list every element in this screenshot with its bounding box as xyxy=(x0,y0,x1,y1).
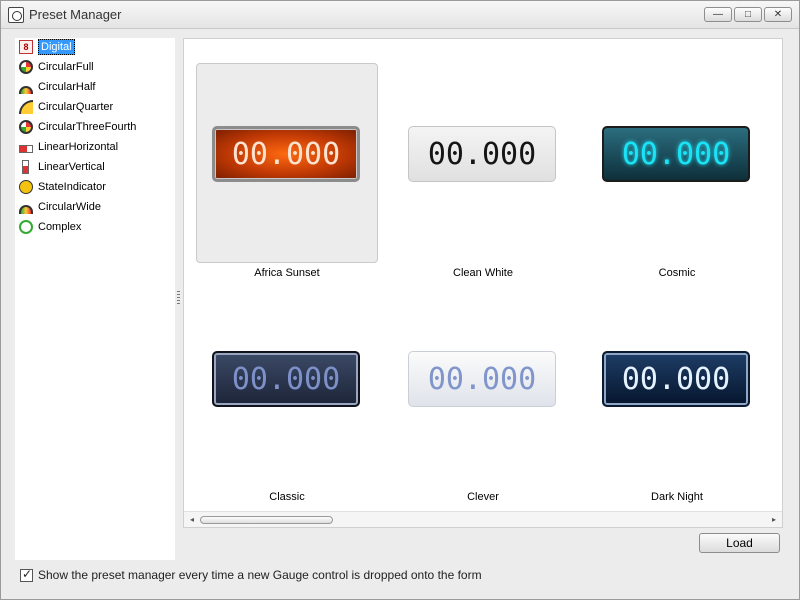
tree-item-circular-half[interactable]: CircularHalf xyxy=(19,78,95,96)
digital-gauge-preview: 00.000 xyxy=(602,126,750,182)
preset-tile-dark-night[interactable]: 00.000 Dark Night xyxy=(586,288,768,503)
tree-item-label: StateIndicator xyxy=(38,181,106,193)
tree-item-label: Digital xyxy=(38,39,75,55)
preset-tile-africa-sunset[interactable]: 00.000 Africa Sunset xyxy=(196,63,378,279)
gauge-category-tree: 8 Digital CircularFull CircularHalf Circ… xyxy=(15,38,175,560)
tree-item-circular-quarter[interactable]: CircularQuarter xyxy=(19,98,113,116)
tree-item-state-indicator[interactable]: StateIndicator xyxy=(19,178,106,196)
maximize-button[interactable]: □ xyxy=(734,7,762,22)
linear-horizontal-gauge-icon xyxy=(19,144,33,153)
preset-tile-cosmic[interactable]: 00.000 Cosmic xyxy=(586,63,768,279)
digital-gauge-icon: 8 xyxy=(19,40,33,54)
preset-label: Africa Sunset xyxy=(254,267,320,279)
preset-tile-clean-white[interactable]: 00.000 Clean White xyxy=(392,63,574,279)
linear-vertical-gauge-icon xyxy=(22,160,29,174)
circular-half-gauge-icon xyxy=(19,86,33,94)
show-preset-manager-checkbox[interactable] xyxy=(20,567,33,582)
digital-gauge-preview: 00.000 xyxy=(212,126,360,182)
circular-wide-gauge-icon xyxy=(19,205,33,214)
scroll-thumb[interactable] xyxy=(200,516,333,524)
preset-label: Clever xyxy=(467,491,499,503)
tree-item-complex[interactable]: Complex xyxy=(19,218,81,236)
title-bar[interactable]: Preset Manager — □ ✕ xyxy=(1,1,799,29)
tree-item-label: Complex xyxy=(38,221,82,233)
tree-item-label: CircularFull xyxy=(38,61,94,73)
digital-gauge-preview: 00.000 xyxy=(408,126,556,182)
tree-item-label: LinearHorizontal xyxy=(38,141,119,153)
preset-manager-window: Preset Manager — □ ✕ 8 Digital CircularF… xyxy=(0,0,800,600)
tree-item-circular-full[interactable]: CircularFull xyxy=(19,58,94,76)
preset-gallery: 00.000 Africa Sunset 00.000 Clean White … xyxy=(183,38,783,528)
window-title: Preset Manager xyxy=(29,7,122,22)
tree-item-circular-wide[interactable]: CircularWide xyxy=(19,198,101,216)
digital-gauge-preview: 00.000 xyxy=(408,351,556,407)
scroll-left-icon[interactable]: ◂ xyxy=(187,514,197,526)
preset-tile-clever[interactable]: 00.000 Clever xyxy=(392,288,574,503)
circular-full-gauge-icon xyxy=(19,60,33,74)
scroll-right-icon[interactable]: ▸ xyxy=(769,514,779,526)
show-preset-manager-label[interactable]: Show the preset manager every time a new… xyxy=(38,568,482,582)
tree-item-digital[interactable]: 8 Digital xyxy=(19,38,75,56)
horizontal-scrollbar[interactable]: ◂ ▸ xyxy=(184,511,782,527)
splitter-handle[interactable] xyxy=(177,291,180,305)
tree-item-label: CircularThreeFourth xyxy=(38,121,137,133)
tree-item-linear-horizontal[interactable]: LinearHorizontal xyxy=(19,138,118,156)
preset-label: Dark Night xyxy=(651,491,703,503)
tree-item-linear-vertical[interactable]: LinearVertical xyxy=(19,158,105,176)
close-button[interactable]: ✕ xyxy=(764,7,792,22)
preset-tile-classic[interactable]: 00.000 Classic xyxy=(196,288,378,503)
preset-label: Clean White xyxy=(453,267,513,279)
footer-option: Show the preset manager every time a new… xyxy=(15,563,795,587)
circular-three-fourth-gauge-icon xyxy=(19,120,33,134)
digital-gauge-preview: 00.000 xyxy=(602,351,750,407)
preset-label: Cosmic xyxy=(658,267,696,279)
tree-item-label: CircularHalf xyxy=(38,81,96,93)
app-icon xyxy=(8,7,24,23)
load-button[interactable]: Load xyxy=(699,533,780,553)
preset-label: Classic xyxy=(269,491,305,503)
tree-item-label: CircularWide xyxy=(38,201,101,213)
tree-item-label: CircularQuarter xyxy=(38,101,114,113)
tree-item-label: LinearVertical xyxy=(38,161,105,173)
digital-gauge-preview: 00.000 xyxy=(212,351,360,407)
state-indicator-icon xyxy=(19,180,33,194)
tree-item-circular-three-fourth[interactable]: CircularThreeFourth xyxy=(19,118,136,136)
circular-quarter-gauge-icon xyxy=(19,100,33,114)
complex-gauge-icon xyxy=(19,220,33,234)
minimize-button[interactable]: — xyxy=(704,7,732,22)
